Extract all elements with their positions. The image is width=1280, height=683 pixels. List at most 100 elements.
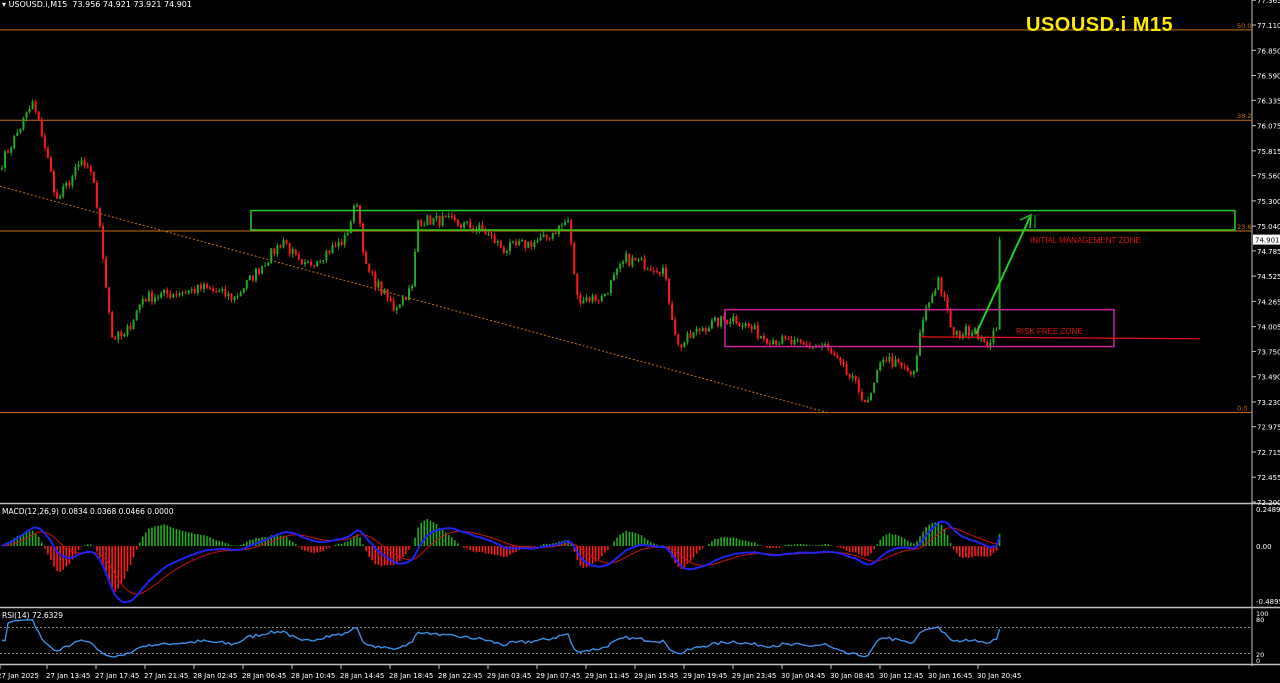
candle-body [150, 292, 153, 302]
candle-body [89, 166, 92, 172]
price-chart[interactable]: 77.365 77.110 76.850 76.590 76.335 76.075 75.8… [0, 0, 1280, 683]
candle-body [787, 338, 790, 340]
time-tick-label: 29 Jan 23:45 [732, 672, 776, 680]
candle-body [600, 296, 603, 302]
candle-body [701, 328, 704, 331]
candle-body [579, 295, 582, 304]
candle-body [784, 336, 787, 339]
price-tick-label: 76.335 [1257, 97, 1280, 105]
candle-body [245, 279, 248, 289]
candle-body [105, 258, 108, 288]
candle-body [144, 298, 147, 302]
candle-body [665, 267, 668, 280]
candle-body [609, 280, 612, 294]
time-tick-label: 29 Jan 15:45 [634, 672, 678, 680]
candle-body [710, 320, 713, 329]
candle-body [456, 220, 459, 225]
dotted-trendline [0, 185, 829, 414]
candle-body [508, 242, 511, 251]
time-tick-label: 28 Jan 10:45 [291, 672, 335, 680]
candle-body [407, 288, 410, 300]
time-tick-label: 27 Jan 13:45 [46, 672, 90, 680]
candle-body [355, 205, 358, 207]
candle-body [340, 241, 343, 245]
candle-body [254, 268, 257, 281]
candle-body [539, 237, 542, 241]
candle-body [248, 275, 251, 280]
candle-body [551, 233, 554, 239]
candle-body [157, 297, 160, 299]
price-tick-label: 74.785 [1257, 248, 1280, 256]
candle-body [606, 293, 609, 295]
candle-body [634, 257, 637, 261]
candle-body [857, 379, 860, 392]
candle-body [548, 237, 551, 239]
candle-body [114, 337, 117, 340]
candle-body [622, 261, 625, 265]
macd-tick-label: 0.00 [1256, 543, 1272, 551]
candle-body [833, 352, 836, 356]
candle-body [13, 135, 16, 148]
candle-body [570, 220, 573, 244]
candle-body [499, 241, 502, 248]
candle-body [101, 226, 104, 259]
price-tick-label: 76.850 [1257, 47, 1280, 55]
candle-body [781, 336, 784, 344]
candle-body [37, 111, 40, 120]
candle-body [395, 307, 398, 311]
candle-body [845, 364, 848, 375]
candle-body [31, 101, 34, 110]
price-tick-label: 77.365 [1257, 0, 1280, 5]
time-tick-label: 30 Jan 16:45 [928, 672, 972, 680]
candle-body [239, 292, 242, 297]
chart-header: ▾ USOUSD.i,M15 73.956 74.921 73.921 74.9… [2, 0, 192, 9]
price-tick-label: 73.230 [1257, 399, 1280, 407]
price-tick-label: 75.560 [1257, 173, 1280, 181]
candle-body [426, 215, 429, 225]
candle-body [677, 334, 680, 345]
candle-body [313, 265, 316, 267]
candle-body [778, 343, 781, 345]
candle-body [686, 333, 689, 343]
candle-body [435, 215, 438, 219]
candle-body [282, 240, 285, 248]
candle-body [836, 355, 839, 358]
candle-body [530, 241, 533, 247]
candle-body [380, 281, 383, 295]
candle-body [264, 265, 267, 267]
candle-body [423, 224, 426, 226]
candle-body [646, 269, 649, 271]
time-tick-label: 27 Jan 2025 [0, 672, 39, 680]
candle-body [325, 250, 328, 261]
candle-body [193, 288, 196, 293]
candle-body [187, 290, 190, 294]
candle-body [640, 258, 643, 260]
candle-body [135, 310, 138, 321]
candle-body [310, 261, 313, 266]
candle-body [674, 319, 677, 335]
time-tick-label: 29 Jan 03:45 [487, 672, 531, 680]
candle-body [505, 250, 508, 253]
candle-body [359, 205, 362, 224]
candle-body [655, 270, 658, 273]
candle-body [447, 216, 450, 218]
time-tick-label: 29 Jan 19:45 [683, 672, 727, 680]
candle-body [365, 251, 368, 265]
candle-body [242, 288, 245, 293]
candle-body [218, 290, 221, 293]
candle-body [404, 297, 407, 300]
candle-body [766, 339, 768, 344]
candle-body [132, 320, 135, 330]
candle-body [401, 297, 404, 305]
candle-body [147, 292, 150, 302]
candle-body [383, 289, 386, 295]
candle-body [414, 251, 417, 286]
candle-body [860, 391, 863, 401]
macd-label: MACD(12,26,9) 0.0834 0.0368 0.0466 0.000… [2, 507, 174, 516]
candle-body [261, 266, 264, 274]
candle-body [903, 366, 906, 368]
candle-body [352, 205, 355, 222]
candle-body [839, 357, 842, 362]
candle-body [190, 288, 193, 291]
candle-body [744, 323, 747, 326]
